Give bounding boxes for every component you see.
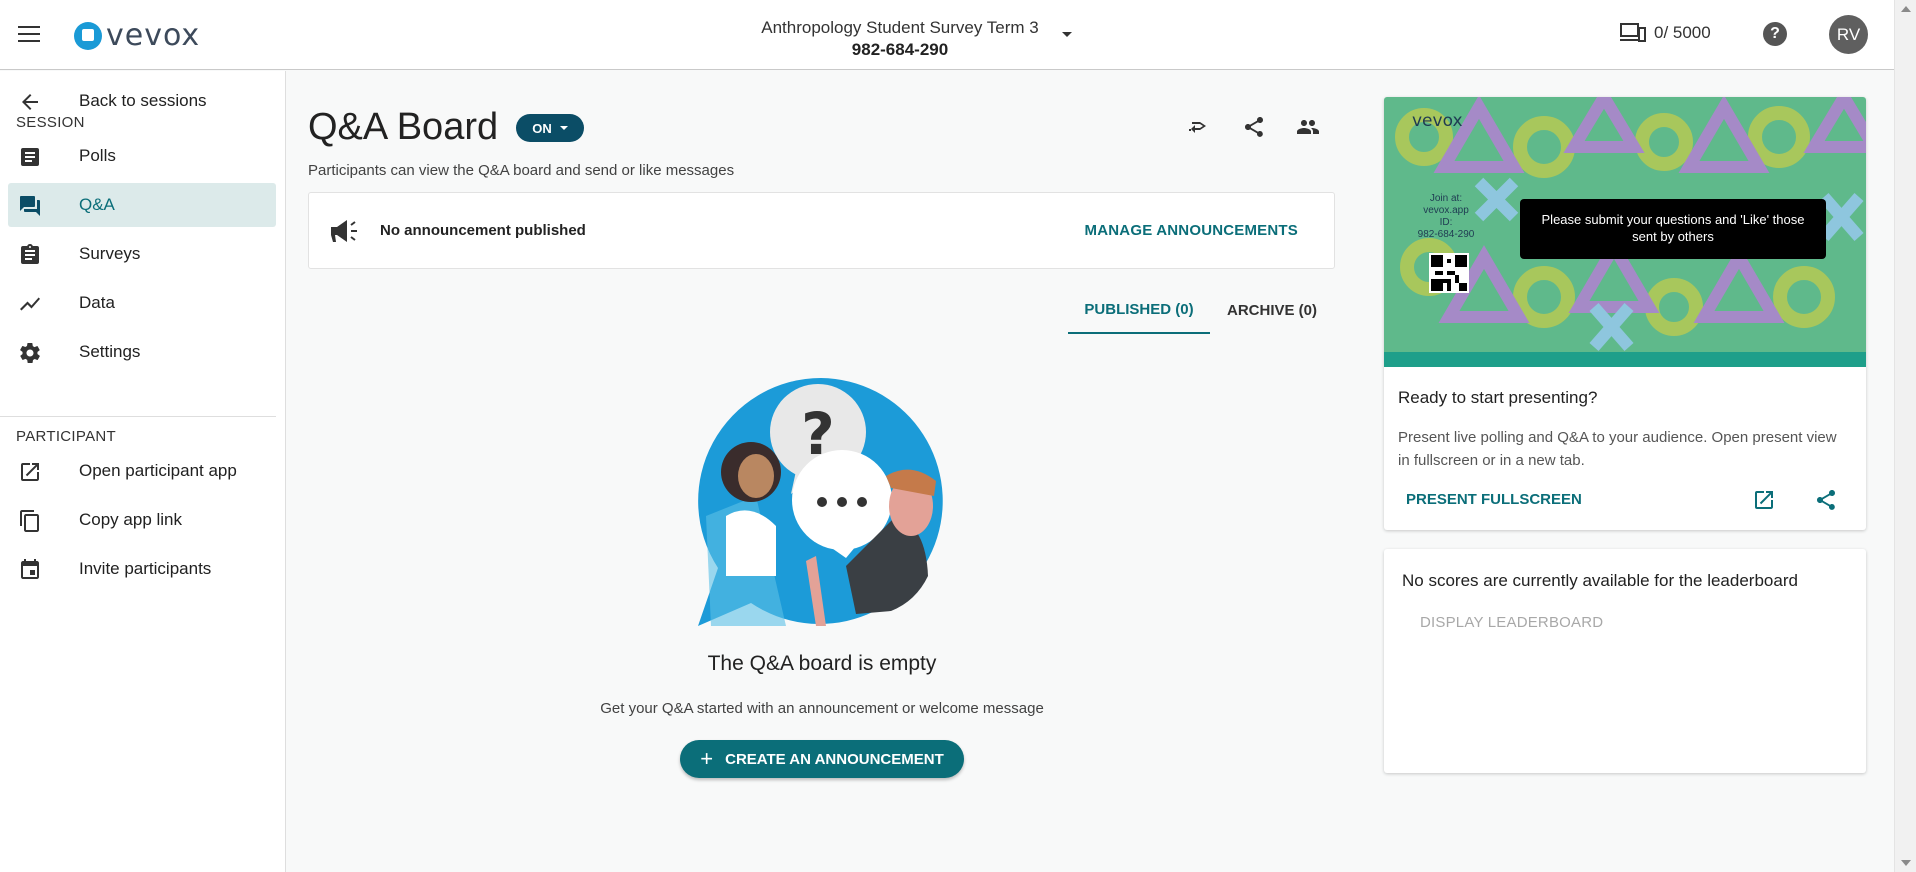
sidebar-item-label: Q&A bbox=[79, 195, 115, 214]
empty-qa-illustration: ? bbox=[698, 378, 943, 626]
toggle-label: ON bbox=[532, 120, 552, 136]
sidebar-item-label: Invite participants bbox=[79, 559, 212, 578]
preview-message: Please submit your questions and 'Like' … bbox=[1520, 199, 1826, 259]
calendar-icon bbox=[21, 559, 39, 579]
sidebar-item-surveys[interactable]: Surveys bbox=[8, 232, 276, 276]
leaderboard-card: No scores are currently available for th… bbox=[1384, 549, 1866, 773]
user-avatar[interactable]: RV bbox=[1829, 15, 1868, 54]
sidebar-item-label: Settings bbox=[79, 342, 141, 361]
preview-join-url: vevox.app bbox=[1423, 205, 1469, 216]
sidebar-item-label: Data bbox=[79, 293, 115, 312]
sidebar-item-data[interactable]: Data bbox=[8, 281, 276, 325]
leaderboard-message: No scores are currently available for th… bbox=[1402, 571, 1798, 590]
sidebar: Back to sessions SESSION Polls Q&A Surve… bbox=[0, 71, 286, 872]
session-name: Anthropology Student Survey Term 3 bbox=[761, 18, 1039, 37]
display-leaderboard-button[interactable]: DISPLAY LEADERBOARD bbox=[1420, 614, 1603, 631]
sidebar-item-label: Copy app link bbox=[79, 510, 183, 529]
create-announcement-label: CREATE AN ANNOUNCEMENT bbox=[725, 750, 944, 768]
preview-join-label: Join at: bbox=[1429, 193, 1463, 204]
chevron-down-icon bbox=[559, 126, 568, 130]
back-to-sessions-label: Back to sessions bbox=[79, 91, 207, 110]
sidebar-item-open-participant-app[interactable]: Open participant app bbox=[8, 449, 276, 493]
share-icon[interactable] bbox=[1242, 115, 1266, 139]
sidebar-item-polls[interactable]: Polls bbox=[8, 134, 276, 178]
present-title: Ready to start presenting? bbox=[1398, 388, 1598, 407]
surveys-icon bbox=[21, 244, 39, 264]
sidebar-item-invite-participants[interactable]: Invite participants bbox=[8, 547, 276, 591]
session-section-heading: SESSION bbox=[16, 114, 85, 131]
vevox-logo-mark-icon bbox=[74, 21, 102, 50]
participant-section-heading: PARTICIPANT bbox=[16, 428, 116, 445]
hamburger-menu-icon[interactable] bbox=[16, 23, 42, 45]
session-code: 982-684-290 bbox=[851, 40, 949, 59]
present-preview[interactable]: vevox Join at: vevox.app ID: 982-684-290… bbox=[1384, 97, 1866, 367]
vevox-logo[interactable]: vevox bbox=[74, 18, 200, 53]
present-card: vevox Join at: vevox.app ID: 982-684-290… bbox=[1384, 97, 1866, 530]
participant-count-text: 0/ 5000 bbox=[1654, 23, 1711, 42]
tab-archive[interactable]: ARCHIVE (0) bbox=[1210, 286, 1334, 334]
plus-icon: + bbox=[700, 746, 714, 771]
preview-logo: vevox bbox=[1412, 111, 1463, 131]
gear-icon bbox=[20, 343, 40, 363]
help-icon[interactable]: ? bbox=[1763, 22, 1787, 46]
open-new-tab-icon[interactable] bbox=[1752, 488, 1776, 512]
polls-icon bbox=[21, 148, 39, 166]
logo-text: vevox bbox=[106, 18, 201, 53]
sidebar-item-label: Surveys bbox=[79, 244, 141, 263]
manage-announcements-button[interactable]: MANAGE ANNOUNCEMENTS bbox=[1085, 222, 1298, 239]
devices-icon bbox=[1620, 23, 1646, 42]
qa-board-status-toggle[interactable]: ON bbox=[516, 114, 584, 142]
page-title: Q&A Board bbox=[308, 106, 499, 148]
scroll-up-arrow-icon[interactable] bbox=[1901, 6, 1911, 12]
sidebar-item-copy-app-link[interactable]: Copy app link bbox=[8, 498, 276, 542]
present-fullscreen-button[interactable]: PRESENT FULLSCREEN bbox=[1406, 491, 1582, 508]
session-dropdown-caret-icon[interactable] bbox=[1062, 32, 1072, 37]
arrow-left-icon bbox=[22, 94, 38, 110]
share-icon[interactable] bbox=[1814, 488, 1838, 512]
create-announcement-button[interactable]: + CREATE AN ANNOUNCEMENT bbox=[680, 740, 964, 778]
present-description: Present live polling and Q&A to your aud… bbox=[1398, 429, 1837, 469]
present-pointer-icon[interactable] bbox=[1186, 115, 1210, 139]
empty-state-subtitle: Get your Q&A started with an announcemen… bbox=[600, 700, 1044, 717]
announcement-status-text: No announcement published bbox=[380, 222, 586, 239]
tab-published[interactable]: PUBLISHED (0) bbox=[1068, 286, 1210, 334]
qa-icon bbox=[20, 196, 40, 216]
qr-code-icon bbox=[1429, 253, 1469, 293]
data-icon bbox=[20, 297, 40, 311]
megaphone-icon bbox=[331, 220, 357, 242]
sidebar-item-qa[interactable]: Q&A bbox=[8, 183, 276, 227]
sidebar-item-label: Polls bbox=[79, 146, 116, 165]
sidebar-divider bbox=[0, 416, 276, 417]
open-external-icon bbox=[21, 463, 39, 481]
preview-join-info: Join at: vevox.app ID: 982-684-290 bbox=[1406, 193, 1486, 241]
top-bar: vevox Anthropology Student Survey Term 3… bbox=[0, 0, 1894, 70]
copy-icon bbox=[20, 510, 39, 532]
scroll-down-arrow-icon[interactable] bbox=[1901, 860, 1911, 866]
participant-counter: 0/ 5000 bbox=[1620, 22, 1711, 44]
preview-id: 982-684-290 bbox=[1417, 229, 1475, 240]
sidebar-item-settings[interactable]: Settings bbox=[8, 330, 276, 374]
empty-state-title: The Q&A board is empty bbox=[707, 652, 937, 675]
page-scrollbar[interactable] bbox=[1894, 0, 1916, 872]
session-selector[interactable]: Anthropology Student Survey Term 3 982-6… bbox=[700, 18, 1100, 60]
people-icon[interactable] bbox=[1296, 115, 1320, 139]
sidebar-item-label: Open participant app bbox=[79, 461, 237, 480]
preview-id-label: ID: bbox=[1439, 217, 1453, 228]
announcement-card: No announcement published MANAGE ANNOUNC… bbox=[308, 192, 1335, 269]
page-subtitle: Participants can view the Q&A board and … bbox=[308, 162, 735, 179]
